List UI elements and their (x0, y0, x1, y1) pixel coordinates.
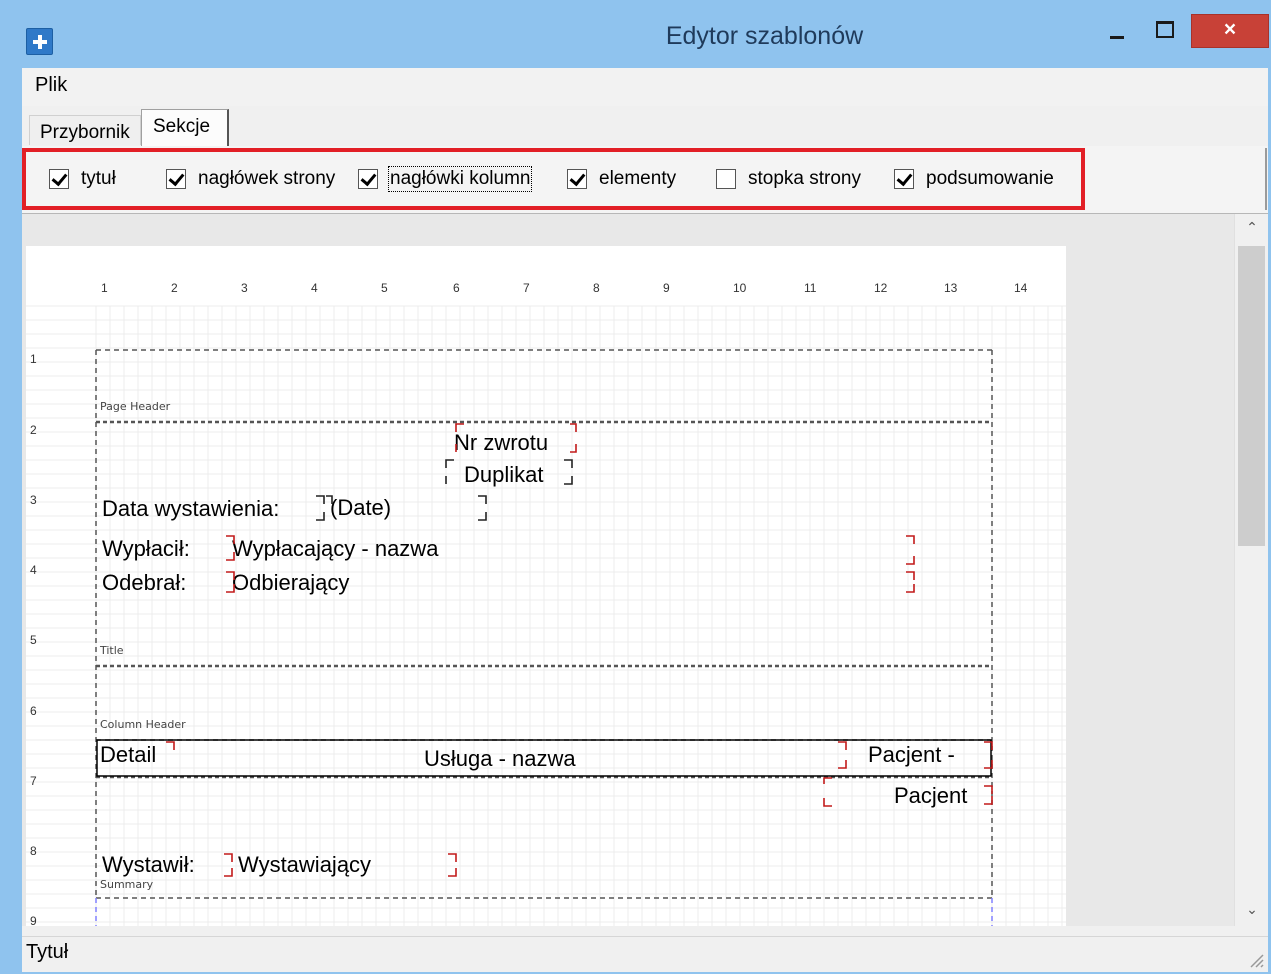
ruler-col-label: 7 (523, 281, 530, 295)
menu-bar: Plik (22, 68, 1268, 106)
checkbox-label: nagłówki kolumn (387, 166, 533, 192)
ruler-row-label: 6 (30, 704, 37, 718)
ruler-row-label: 1 (30, 352, 37, 366)
menu-item-plik[interactable]: Plik (35, 74, 67, 97)
field-date[interactable]: (Date) (330, 495, 391, 520)
checkbox-label: elementy (599, 168, 677, 189)
field-wystawiajacy[interactable]: Wystawiający (238, 852, 371, 877)
field-pacjent-dash[interactable]: Pacjent - (868, 742, 955, 767)
ruler-row-label: 7 (30, 774, 37, 788)
vertical-scrollbar[interactable]: ⌃ ⌄ (1234, 214, 1268, 926)
ruler-col-label: 4 (311, 281, 318, 295)
ruler-row-label: 9 (30, 914, 37, 926)
ruler-col-label: 1 (101, 281, 108, 295)
ruler-col-label: 14 (1014, 281, 1028, 295)
scroll-thumb[interactable] (1238, 246, 1265, 546)
field-odbierajacy[interactable]: Odbierający (232, 570, 349, 595)
ruler-row-label: 5 (30, 633, 37, 647)
grid-lines (26, 305, 1066, 926)
ruler-row-label: 2 (30, 423, 37, 437)
checkbox-box[interactable] (166, 169, 186, 189)
checkbox-box[interactable] (567, 169, 587, 189)
tab-strip: Przybornik Sekcje (22, 106, 1268, 147)
checkbox-box[interactable] (49, 169, 69, 189)
field-duplikat[interactable]: Duplikat (464, 462, 543, 487)
band-label-title: Title (99, 644, 124, 657)
field-pacjent[interactable]: Pacjent (894, 783, 967, 808)
close-button[interactable]: × (1191, 14, 1269, 48)
field-usluga[interactable]: Usługa - nazwa (424, 746, 576, 771)
sections-panel: tytuł nagłówek strony nagłówki kolumn el… (22, 146, 1268, 214)
scroll-up-icon[interactable]: ⌃ (1235, 220, 1269, 242)
ruler-col-label: 13 (944, 281, 958, 295)
ruler-col-label: 3 (241, 281, 248, 295)
status-bar: Tytuł (22, 936, 1268, 972)
client-area: Plik Przybornik Sekcje tytuł nagłówek st… (22, 68, 1268, 972)
ruler-col-label: 10 (733, 281, 747, 295)
field-wyplacajacy[interactable]: Wypłacający - nazwa (232, 536, 439, 561)
ruler-row-label: 8 (30, 844, 37, 858)
panel-edge (1265, 148, 1267, 210)
row-ruler: 1 2 3 4 5 6 7 8 9 (30, 352, 37, 926)
resize-grip-icon[interactable] (1246, 950, 1264, 968)
title-bar[interactable]: Edytor szablonów × (0, 0, 1271, 68)
report-canvas[interactable]: 1 2 3 4 5 6 7 8 9 10 11 12 13 14 1 2 3 4… (26, 246, 1066, 926)
checkbox-box[interactable] (894, 169, 914, 189)
ruler-row-label: 4 (30, 563, 37, 577)
ruler-col-label: 9 (663, 281, 670, 295)
checkbox-label: nagłówek strony (198, 168, 336, 189)
field-corner-markers (166, 423, 993, 877)
column-ruler: 1 2 3 4 5 6 7 8 9 10 11 12 13 14 (101, 281, 1028, 295)
band-label-page-header: Page Header (100, 400, 171, 413)
checkbox-box[interactable] (358, 169, 378, 189)
minimize-button[interactable] (1097, 18, 1137, 46)
report-surface[interactable]: 1 2 3 4 5 6 7 8 9 10 11 12 13 14 1 2 3 4… (26, 246, 1066, 926)
ruler-col-label: 12 (874, 281, 888, 295)
tab-sekcje[interactable]: Sekcje (141, 109, 229, 147)
ruler-row-label: 3 (30, 493, 37, 507)
window-title: Edytor szablonów (665, 22, 864, 50)
checkbox-label: tytuł (81, 168, 116, 189)
label-odebral[interactable]: Odebrał: (102, 570, 186, 595)
checkbox-label: stopka strony (748, 168, 861, 189)
maximize-button[interactable] (1142, 14, 1182, 44)
app-window: Edytor szablonów × Plik Przybornik Sekcj… (0, 0, 1271, 974)
ruler-col-label: 6 (453, 281, 460, 295)
scroll-down-icon[interactable]: ⌄ (1235, 902, 1269, 924)
close-icon: × (1223, 18, 1237, 41)
status-text: Tytuł (26, 941, 69, 963)
ruler-col-label: 11 (804, 281, 817, 295)
ruler-col-label: 2 (171, 281, 178, 295)
field-nr-zwrotu[interactable]: Nr zwrotu (454, 430, 548, 455)
checkbox-box[interactable] (716, 169, 736, 189)
label-data-wystawienia[interactable]: Data wystawienia: (102, 496, 279, 521)
checkbox-label: podsumowanie (926, 168, 1054, 189)
band-label-summary: Summary (100, 878, 154, 891)
designer-area: 1 2 3 4 5 6 7 8 9 10 11 12 13 14 1 2 3 4… (22, 214, 1234, 926)
ruler-col-label: 8 (593, 281, 600, 295)
field-detail[interactable]: Detail (100, 742, 156, 767)
band-label-column-header: Column Header (100, 718, 186, 731)
tab-przybornik[interactable]: Przybornik (29, 115, 141, 145)
label-wyplacil[interactable]: Wypłacił: (102, 536, 190, 561)
label-wystawil[interactable]: Wystawił: (102, 852, 195, 877)
ruler-col-label: 5 (381, 281, 388, 295)
